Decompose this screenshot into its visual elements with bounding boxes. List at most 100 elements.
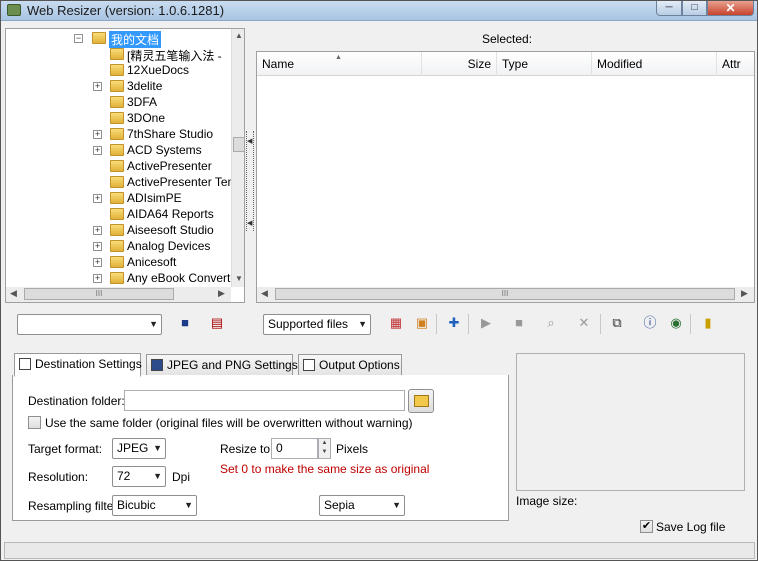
- panel-splitter[interactable]: [246, 131, 254, 231]
- list-horizontal-scrollbar[interactable]: ◀ III ▶: [257, 287, 754, 302]
- folder-icon: [110, 64, 124, 76]
- effect-select[interactable]: Sepia ▼: [319, 495, 405, 516]
- remove-icon[interactable]: ✕: [575, 314, 593, 332]
- tree-item-label: ADIsimPE: [127, 191, 182, 205]
- web-icon[interactable]: ◉: [667, 314, 685, 332]
- scroll-right-icon[interactable]: ▶: [218, 288, 225, 299]
- thumbnail-view-icon[interactable]: ▦: [387, 314, 405, 332]
- tree-item-label: ACD Systems: [127, 143, 202, 157]
- expand-icon[interactable]: +: [93, 274, 102, 283]
- expand-icon[interactable]: +: [93, 258, 102, 267]
- tree-item[interactable]: +7thShare Studio: [6, 126, 231, 142]
- scroll-right-icon[interactable]: ▶: [741, 288, 748, 299]
- dpi-label: Dpi: [172, 470, 191, 484]
- toolbar-separator: [690, 314, 691, 334]
- add-files-icon[interactable]: ✚: [445, 314, 463, 332]
- destination-folder-field[interactable]: [124, 390, 405, 411]
- tree-item[interactable]: + Any eBook Converter: [6, 270, 241, 286]
- play-icon[interactable]: ▶: [477, 314, 495, 332]
- expand-icon[interactable]: +: [93, 82, 102, 91]
- folder-icon: [110, 224, 124, 236]
- splitter-left-arrow-icon[interactable]: ◀: [247, 219, 252, 227]
- resampling-filter-label: Resampling filter:: [28, 499, 121, 513]
- tree-item[interactable]: 12XueDocs: [6, 62, 231, 78]
- exit-icon[interactable]: ▮: [699, 314, 717, 332]
- add-folder-icon[interactable]: ▣: [413, 314, 431, 332]
- tree-item-label: ActivePresenter: [127, 159, 212, 173]
- browse-folder-button[interactable]: [408, 389, 434, 413]
- scroll-down-icon[interactable]: ▼: [235, 274, 243, 283]
- tab-output-options[interactable]: Output Options: [298, 354, 402, 376]
- column-header-modified[interactable]: Modified: [592, 52, 717, 76]
- tree-item[interactable]: [精灵五笔输入法 -: [6, 46, 231, 63]
- target-format-select[interactable]: JPEG ▼: [112, 438, 166, 459]
- column-header-attr[interactable]: Attr: [717, 52, 754, 76]
- zoom-icon[interactable]: ⌕: [542, 314, 560, 332]
- stop-icon[interactable]: ■: [510, 314, 528, 332]
- tree-item-label: 7thShare Studio: [127, 127, 214, 141]
- resampling-filter-select[interactable]: Bicubic ▼: [112, 495, 197, 516]
- tree-item[interactable]: + ADIsimPE: [6, 190, 231, 206]
- scroll-thumb[interactable]: [233, 137, 244, 152]
- tree-item-label: 3delite: [127, 79, 163, 93]
- folder-tree[interactable]: − 我的文档 [精灵五笔输入法 -12XueDocs +3delite 3DFA 3D…: [5, 28, 245, 303]
- scroll-thumb[interactable]: III: [24, 288, 174, 300]
- expand-icon[interactable]: +: [93, 194, 102, 203]
- folder-icon: [110, 256, 124, 268]
- tree-item[interactable]: ActivePresenter: [6, 158, 231, 174]
- save-log-checkbox[interactable]: ✔: [640, 520, 653, 533]
- tree-horizontal-scrollbar[interactable]: ◀ III ▶: [6, 287, 231, 302]
- title-bar: Web Resizer (version: 1.0.6.1281) ─ □ ✕: [1, 1, 757, 21]
- tree-item[interactable]: + Anicesoft: [6, 254, 231, 270]
- tab-destination-settings[interactable]: Destination Settings: [14, 353, 142, 377]
- tree-item[interactable]: AIDA64 Reports: [6, 206, 231, 222]
- tree-item[interactable]: + Analog Devices: [6, 238, 231, 254]
- save-icon[interactable]: ■: [176, 314, 194, 332]
- window-title: Web Resizer (version: 1.0.6.1281): [27, 3, 225, 18]
- toolbar-separator: [436, 314, 437, 334]
- info-icon[interactable]: ⓘ: [641, 314, 659, 332]
- tree-item[interactable]: + ACD Systems: [6, 142, 231, 158]
- collapse-icon[interactable]: −: [74, 34, 83, 43]
- minimize-button[interactable]: ─: [656, 1, 682, 16]
- expand-icon[interactable]: +: [93, 242, 102, 251]
- close-button[interactable]: ✕: [707, 1, 754, 16]
- save-settings-icon[interactable]: ▤: [208, 314, 226, 332]
- tree-root[interactable]: − 我的文档: [6, 30, 231, 48]
- toolbar-separator: [600, 314, 601, 334]
- column-header-type[interactable]: Type: [497, 52, 592, 76]
- app-icon: [7, 4, 21, 16]
- chevron-down-icon: ▼: [184, 500, 193, 510]
- same-folder-checkbox[interactable]: [28, 416, 41, 429]
- tree-item-label: Any eBook Converter: [127, 271, 242, 285]
- resize-to-label: Resize to:: [220, 442, 274, 456]
- chevron-down-icon: ▼: [153, 443, 162, 453]
- scroll-left-icon[interactable]: ◀: [10, 288, 17, 299]
- column-header-name[interactable]: ▲ Name: [257, 52, 422, 76]
- tree-item[interactable]: 3DFA: [6, 94, 231, 110]
- maximize-button[interactable]: □: [682, 1, 707, 16]
- expand-icon[interactable]: +: [93, 146, 102, 155]
- scroll-left-icon[interactable]: ◀: [261, 288, 268, 299]
- resize-to-input[interactable]: 0: [271, 438, 318, 459]
- tree-item[interactable]: 3DOne: [6, 110, 231, 126]
- resize-stepper[interactable]: ▲ ▼: [318, 438, 331, 459]
- compare-icon[interactable]: ⧉: [608, 314, 626, 332]
- expand-icon[interactable]: +: [93, 226, 102, 235]
- scroll-thumb[interactable]: III: [275, 288, 735, 300]
- tab-jpeg-png-settings[interactable]: JPEG and PNG Settings: [146, 354, 298, 376]
- tree-item[interactable]: ActivePresenter Tem: [6, 174, 238, 190]
- column-header-size[interactable]: Size: [422, 52, 497, 76]
- tree-item[interactable]: +3delite: [6, 78, 231, 94]
- splitter-left-arrow-icon[interactable]: ◀: [247, 137, 252, 145]
- preset-combo[interactable]: ▼: [17, 314, 162, 335]
- resolution-label: Resolution:: [28, 470, 89, 484]
- file-list[interactable]: ▲ Name Size Type Modified Attr ◀ III ▶: [256, 51, 755, 303]
- resolution-select[interactable]: 72 ▼: [112, 466, 166, 487]
- tree-item[interactable]: + Aiseesoft Studio: [6, 222, 231, 238]
- tree-vertical-scrollbar[interactable]: ▲ ▼: [231, 29, 244, 287]
- scroll-up-icon[interactable]: ▲: [235, 31, 243, 40]
- file-filter-combo[interactable]: Supported files ▼: [263, 314, 371, 335]
- expand-icon[interactable]: +: [93, 130, 102, 139]
- pixels-label: Pixels: [336, 442, 369, 456]
